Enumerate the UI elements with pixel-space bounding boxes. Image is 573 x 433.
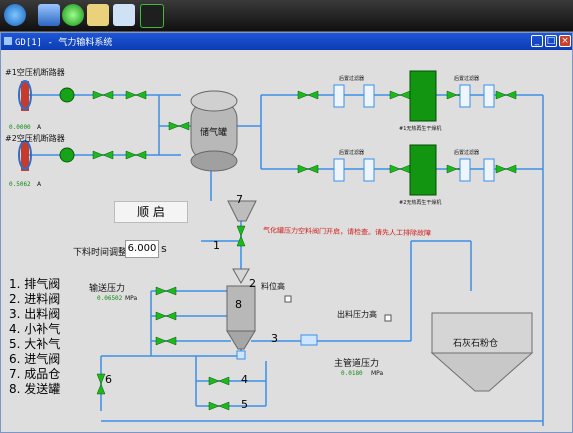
waveform-icon[interactable] [140,4,164,28]
unload-time-label: 下料时间调整 [73,248,128,258]
legend-item-5: 5. 大补气 [9,337,61,351]
conveying-pressure-value: 0.06502 [97,295,123,302]
compressor-1-name: #1空压机断路器 [5,68,65,77]
num-6: 6 [105,373,112,386]
process-canvas: #1空压机断路器 0.0000 A #2空压机断路器 0.5062 A 储气罐 … [1,51,572,432]
restore-button[interactable]: □ [545,35,557,47]
filter-label-4: 后置过滤器 [454,150,480,156]
tank-label: 储气罐 [200,128,228,138]
legend-item-6: 6. 进气阀 [9,352,61,366]
legend-item-1: 1. 排气阀 [9,277,61,291]
dryers [409,70,437,196]
num-1: 1 [213,239,220,252]
outlet-pressure-high-label: 出料压力高 [337,310,377,319]
legend-item-3: 3. 出料阀 [9,307,61,321]
num-2: 2 [249,277,256,290]
compressor-2-name: #2空压机断路器 [5,134,65,143]
trend-icon[interactable] [113,4,135,26]
main-pressure-unit: MPa [371,370,384,377]
taskbar [0,0,573,32]
title-bar: GD[1] - 气力输料系统 _ □ × [1,33,572,50]
material-high-label: 料位高 [261,282,285,291]
process-window: GD[1] - 气力输料系统 _ □ × #1空压机断路器 0.0000 A #… [0,32,573,433]
dryer-label-2: #2无热再生干燥机 [399,200,442,206]
legend: 1. 排气阀 2. 进料阀 3. 出料阀 4. 小补气 5. 大补气 6. 进气… [9,277,60,397]
window-title: GD[1] - 气力输料系统 [15,38,113,48]
num-4: 4 [241,373,248,386]
filter-label-3: 后置过滤器 [339,150,365,156]
legend-item-2: 2. 进料阀 [9,292,61,306]
window-icon [4,37,12,45]
legend-item-4: 4. 小补气 [9,322,61,336]
sequence-start-button[interactable]: 顺 启 [114,201,188,223]
legend-item-7: 7. 成品仓 [9,367,61,381]
conveying-pressure-unit: MPa [125,295,138,302]
legend-item-8: 8. 发送罐 [9,382,61,396]
unload-time-input[interactable]: 6.000 [125,240,159,258]
filter-label-2: 后置过滤器 [454,76,480,82]
minimize-button[interactable]: _ [531,35,543,47]
main-pressure-value: 0.0180 [341,370,363,377]
dryer-label-1: #1无热再生干燥机 [399,126,442,132]
main-pressure-label: 主管道压力 [334,359,380,369]
compressor-1-value: 0.0000 [9,124,31,131]
close-button[interactable]: × [559,35,571,47]
monitor-icon[interactable] [38,4,60,26]
num-8: 8 [235,298,242,311]
silo-label: 石灰石粉仓 [453,339,499,349]
start-orb-icon[interactable] [4,4,26,26]
filter-label-1: 后置过滤器 [339,76,365,82]
edit-icon[interactable] [87,4,109,26]
compressor-1-unit: A [37,124,42,131]
green-orb-icon[interactable] [62,4,84,26]
compressor-2-value: 0.5062 [9,181,31,188]
lime-silo [430,312,534,392]
num-5: 5 [241,398,248,411]
conveying-pressure-label: 输送压力 [89,284,126,294]
compressor-2-unit: A [37,181,42,188]
num-7: 7 [236,193,243,206]
num-3: 3 [271,332,278,345]
process-diagram [18,70,544,426]
unload-time-unit: s [161,242,167,255]
